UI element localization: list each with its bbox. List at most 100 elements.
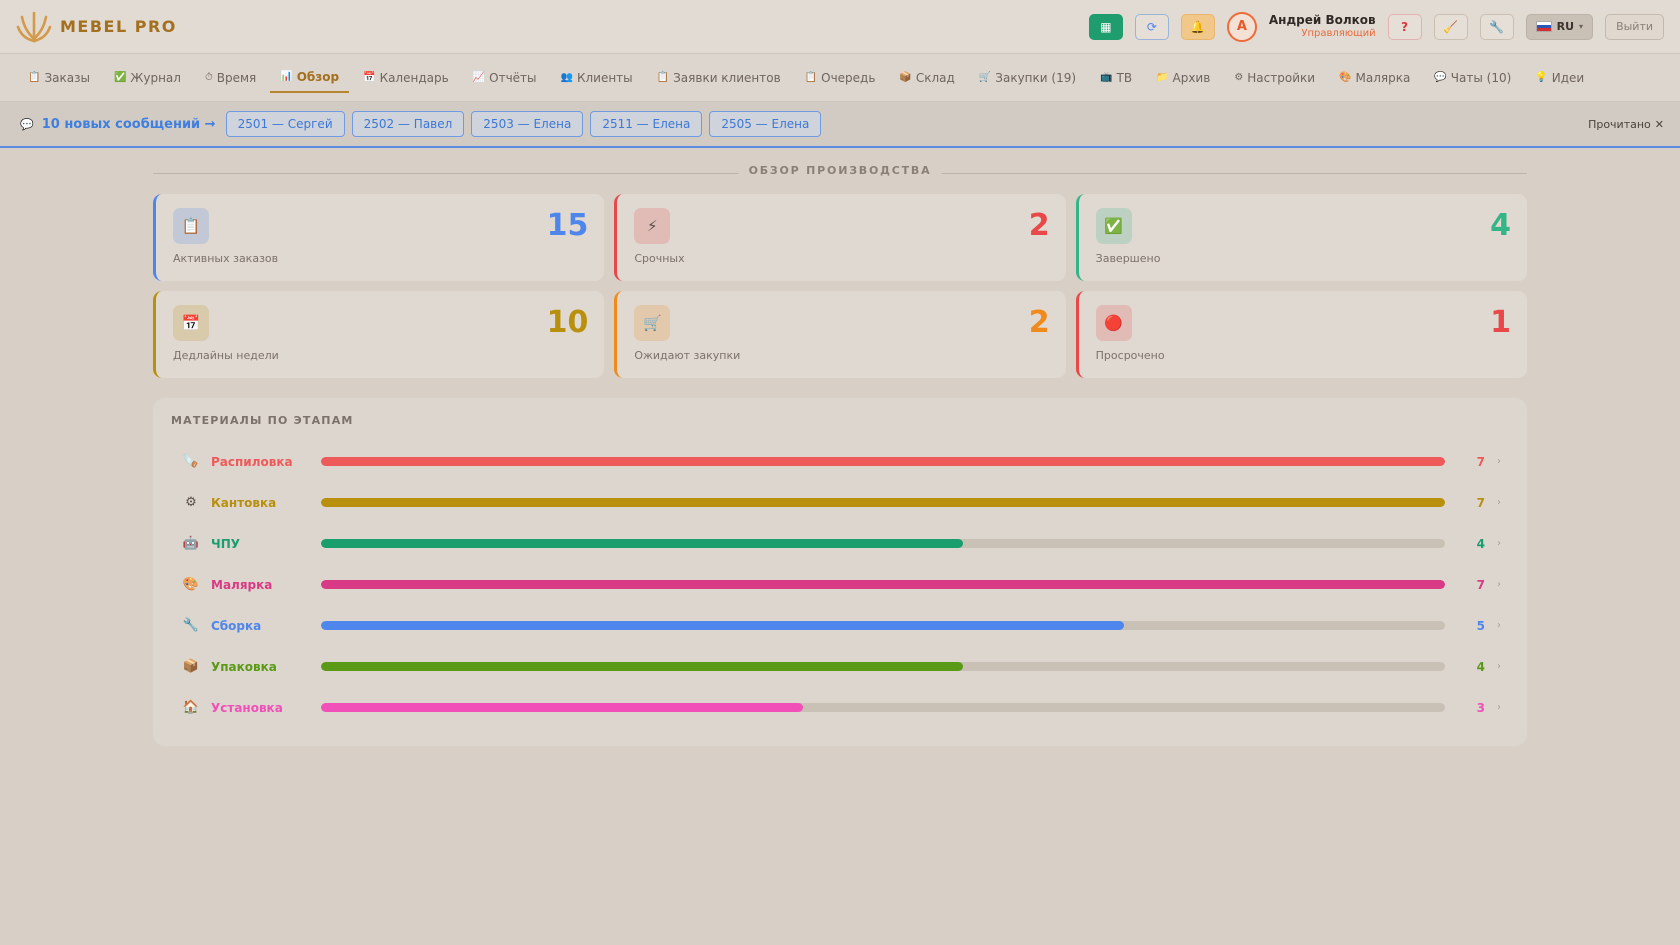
tab-label: Малярка (1355, 70, 1411, 85)
stage-bar-track (321, 539, 1445, 548)
tab-icon: ⏱ (204, 72, 213, 83)
stage-icon: 🪚 (182, 454, 200, 469)
tab-icon: 📦 (899, 72, 912, 83)
tab-label: Склад (915, 70, 955, 85)
stage-bar-track (321, 703, 1445, 712)
chevron-right-icon: › (1497, 620, 1501, 631)
materials-title: МАТЕРИАЛЫ ПО ЭТАПАМ (171, 414, 354, 427)
new-messages-bar: 💬 10 новых сообщений → 2501 — Сергей 2502… (0, 102, 1680, 148)
logout-button[interactable]: Выйти (1605, 13, 1664, 40)
tab-label: Заявки клиентов (673, 70, 781, 85)
materials-panel: МАТЕРИАЛЫ ПО ЭТАПАМ 🪚 Распиловка 7 › ⚙ Кантов… (153, 398, 1527, 746)
language-label: RU (1556, 20, 1575, 33)
stat-card[interactable]: 🛒 Ожидают закупки 2 (614, 291, 1066, 378)
new-messages-link[interactable]: 10 новых сообщений → (42, 117, 216, 132)
tab-12[interactable]: 📁 Архив (1146, 64, 1220, 92)
tab-label: Настройки (1247, 70, 1316, 85)
stage-row[interactable]: 🏠 Установка 3 › (171, 687, 1501, 728)
stat-card[interactable]: 📋 Активных заказов 15 (153, 194, 605, 281)
tab-11[interactable]: 📺 ТВ (1090, 64, 1142, 92)
message-chip[interactable]: 2503 — Елена (471, 111, 584, 137)
stat-card[interactable]: ⚡ Срочных 2 (614, 194, 1066, 281)
tab-icon: ✅ (113, 72, 127, 83)
tab-5[interactable]: 📈 Отчёты (463, 64, 547, 92)
notifications-button[interactable]: 🔔 (1180, 13, 1215, 40)
tab-3[interactable]: 📊 Обзор (270, 63, 350, 93)
stage-bar-fill (321, 703, 803, 712)
tab-1[interactable]: ✅ Журнал (104, 64, 191, 92)
stage-count: 4 (1476, 536, 1485, 551)
card-label: Ожидают закупки (634, 349, 741, 362)
user-info[interactable]: Андрей Волков Управляющий (1269, 13, 1376, 39)
tab-7[interactable]: 📋 Заявки клиентов (647, 64, 791, 92)
message-chips: 2501 — Сергей 2502 — Павел 2503 — Елена 251… (225, 111, 822, 137)
tab-14[interactable]: 🎨 Малярка (1329, 64, 1420, 92)
stage-row[interactable]: 🤖 ЧПУ 4 › (171, 523, 1501, 564)
tab-icon: 📈 (472, 72, 486, 83)
broom-icon: 🧹 (1443, 19, 1459, 34)
stat-card[interactable]: 📅 Дедлайны недели 10 (153, 291, 605, 378)
tab-label: Идеи (1551, 70, 1585, 85)
language-select[interactable]: RU ▾ (1525, 13, 1594, 40)
help-button[interactable]: ? (1387, 13, 1422, 40)
tab-13[interactable]: ⚙ Настройки (1224, 64, 1325, 92)
message-chip[interactable]: 2511 — Елена (590, 111, 703, 137)
mark-read-button[interactable]: Прочитано ✕ (1588, 118, 1664, 131)
stage-bar-track (321, 662, 1445, 671)
stage-count: 5 (1476, 618, 1485, 633)
card-value: 2 (1028, 208, 1050, 243)
stage-row[interactable]: 🎨 Малярка 7 › (171, 564, 1501, 605)
clean-button[interactable]: 🧹 (1433, 13, 1468, 40)
chat-bubble-icon: 💬 (20, 117, 34, 131)
brand[interactable]: MEBEL PRO (16, 9, 177, 45)
stage-icon: 🤖 (182, 536, 200, 551)
tab-2[interactable]: ⏱ Время (195, 64, 266, 92)
stage-row[interactable]: 🪚 Распиловка 7 › (171, 441, 1501, 482)
tab-6[interactable]: 👥 Клиенты (551, 64, 643, 92)
card-icon: ⚡ (634, 208, 671, 244)
stage-row[interactable]: ⚙ Кантовка 7 › (171, 482, 1501, 523)
grid-icon: ▦ (1100, 19, 1112, 34)
overview-content: ОБЗОР ПРОИЗВОДСТВА 📋 Активных заказов 15 ⚡ С… (153, 164, 1527, 746)
avatar[interactable]: А (1226, 11, 1257, 42)
stage-name: ЧПУ (211, 536, 240, 551)
tab-10[interactable]: 🛒 Закупки (19) (969, 64, 1086, 92)
card-icon: 📅 (173, 305, 209, 341)
tab-icon: 💬 (1434, 72, 1447, 83)
stat-card[interactable]: ✅ Завершено 4 (1075, 194, 1527, 281)
stage-icon: 🔧 (182, 618, 200, 633)
message-chip[interactable]: 2505 — Елена (709, 111, 822, 137)
tab-16[interactable]: 💡 Идеи (1525, 64, 1594, 92)
message-chip[interactable]: 2501 — Сергей (225, 111, 345, 137)
stage-row[interactable]: 🔧 Сборка 5 › (171, 605, 1501, 646)
stage-icon: 🏠 (182, 700, 200, 715)
grid-button[interactable]: ▦ (1088, 13, 1123, 40)
refresh-button[interactable]: ⟳ (1134, 13, 1169, 40)
stage-bar-track (321, 621, 1445, 630)
card-icon: ✅ (1095, 208, 1132, 244)
stat-card[interactable]: 🔴 Просрочено 1 (1075, 291, 1527, 378)
stage-bar-track (321, 457, 1445, 466)
tab-label: Очередь (821, 70, 876, 85)
stage-row[interactable]: 📦 Упаковка 4 › (171, 646, 1501, 687)
section-title: ОБЗОР ПРОИЗВОДСТВА (153, 164, 1527, 184)
tab-15[interactable]: 💬 Чаты (10) (1424, 64, 1521, 92)
tab-9[interactable]: 📦 Склад (889, 64, 964, 92)
chevron-right-icon: › (1497, 456, 1501, 467)
message-chip[interactable]: 2502 — Павел (351, 111, 465, 137)
tools-button[interactable]: 🔧 (1479, 13, 1514, 40)
card-value: 1 (1490, 305, 1511, 340)
leaf-logo-icon (16, 11, 52, 42)
tab-icon: 📋 (656, 72, 670, 83)
tab-label: ТВ (1116, 70, 1133, 85)
tab-icon: 🛒 (978, 72, 992, 83)
tab-label: Закупки (19) (995, 70, 1077, 85)
tab-label: Календарь (379, 70, 449, 85)
stage-bar-fill (321, 662, 964, 671)
tab-4[interactable]: 📅 Календарь (353, 64, 459, 92)
stage-count: 7 (1476, 495, 1485, 510)
tab-8[interactable]: 📋 Очередь (795, 64, 886, 92)
tab-0[interactable]: 📋 Заказы (18, 64, 100, 92)
stage-name: Установка (211, 700, 283, 715)
stage-icon: 📦 (182, 659, 200, 674)
